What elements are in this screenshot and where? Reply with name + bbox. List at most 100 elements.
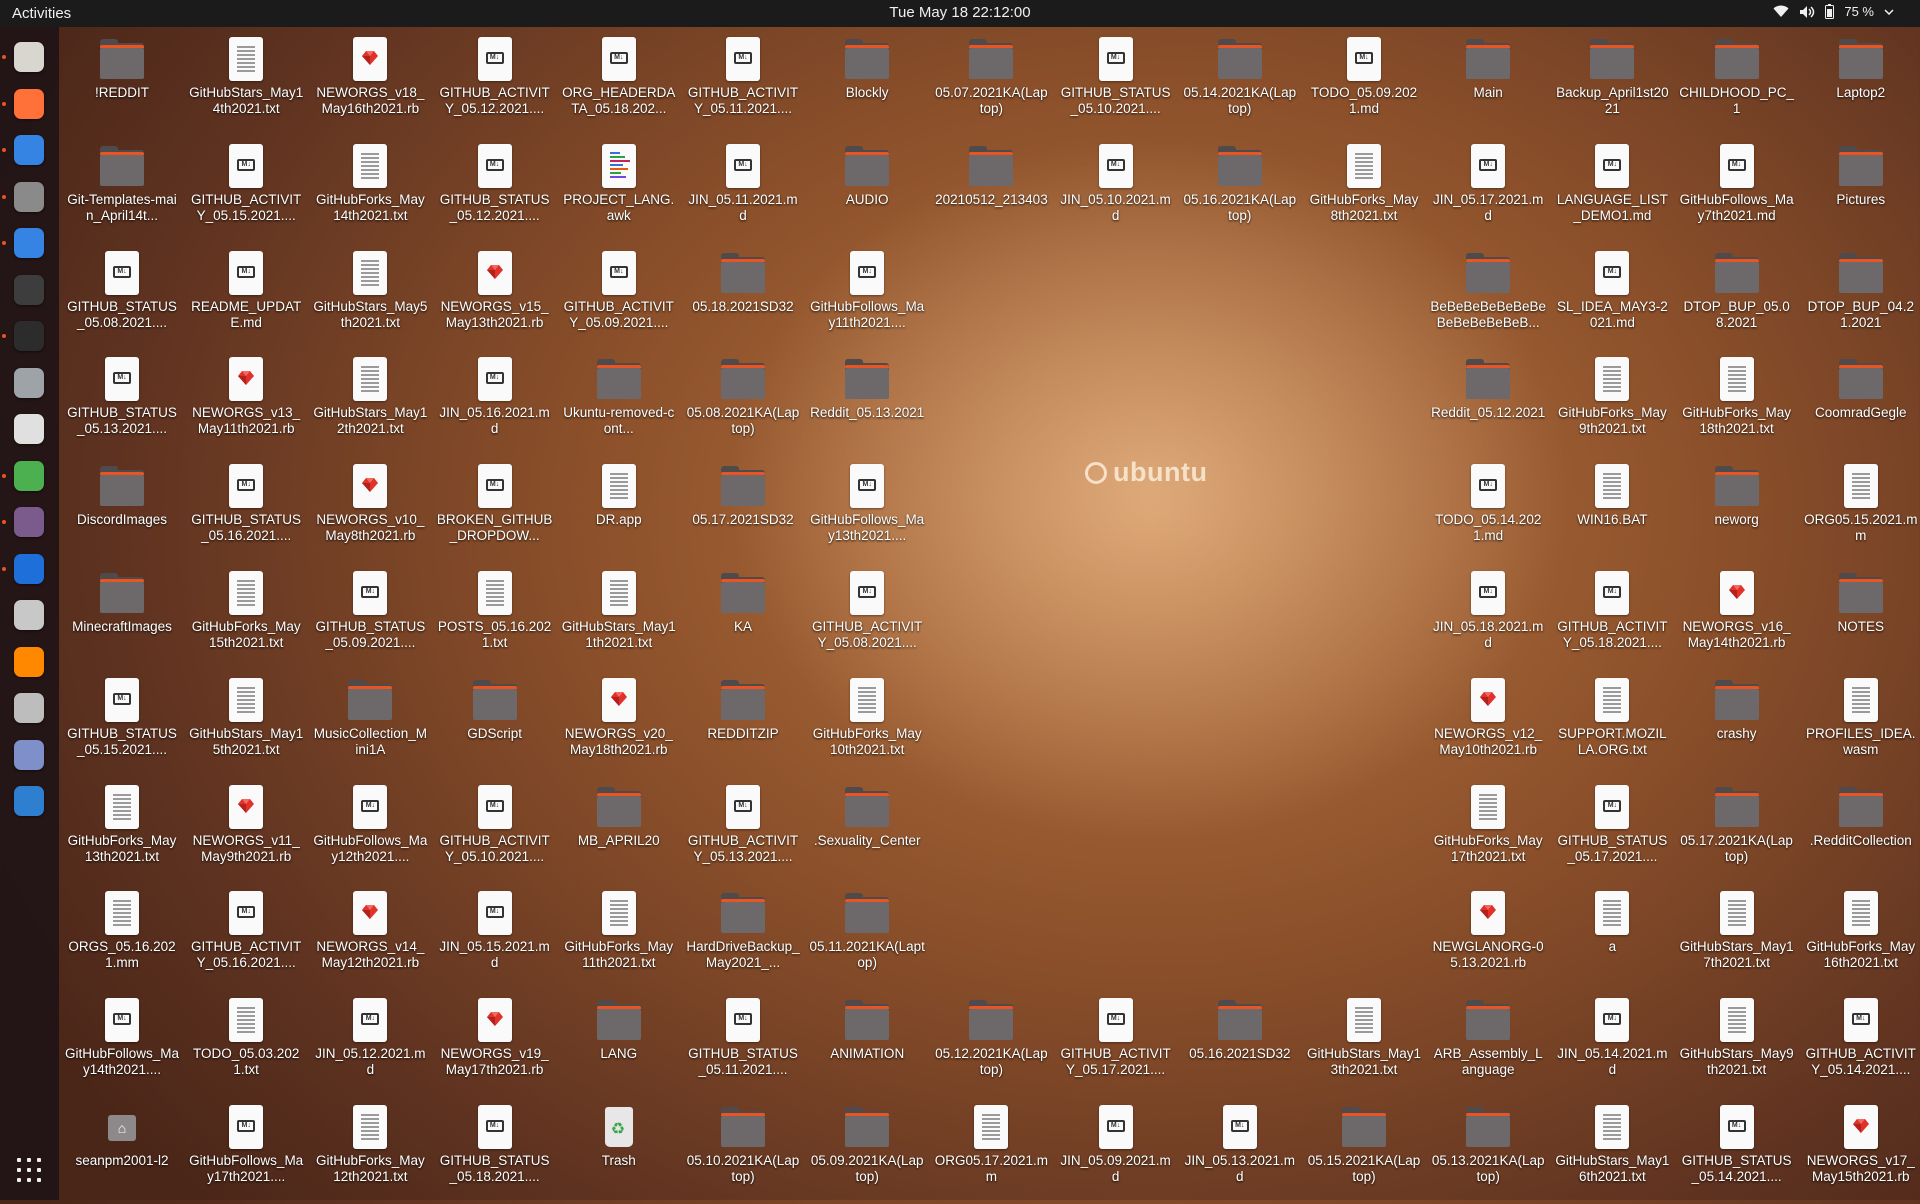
desktop-item[interactable]: MinecraftImages bbox=[63, 566, 181, 670]
desktop-item[interactable]: HardDriveBackup_May2021_... bbox=[684, 886, 802, 990]
desktop-item[interactable]: ORG_HEADERDATA_05.18.202... bbox=[560, 32, 678, 136]
desktop-item[interactable]: 05.16.2021KA(Laptop) bbox=[1181, 139, 1299, 243]
desktop-item[interactable]: GitHubFollows_May11th2021.... bbox=[808, 246, 926, 350]
desktop-item[interactable]: GITHUB_STATUS_05.18.2021.... bbox=[436, 1100, 554, 1204]
desktop-item[interactable]: GITHUB_STATUS_05.13.2021.... bbox=[63, 352, 181, 456]
desktop-item[interactable]: TODO_05.09.2021.md bbox=[1305, 32, 1423, 136]
search-icon[interactable] bbox=[9, 363, 49, 403]
desktop-item[interactable]: GitHubStars_May15th2021.txt bbox=[187, 673, 305, 777]
desktop-item[interactable]: NEWORGS_v14_May12th2021.rb bbox=[311, 886, 429, 990]
desktop-item[interactable]: 20210512_213403 bbox=[932, 139, 1050, 243]
sound-recorder-icon[interactable] bbox=[9, 409, 49, 449]
desktop-item[interactable]: GitHubStars_May11th2021.txt bbox=[560, 566, 678, 670]
desktop-item[interactable]: TODO_05.03.2021.txt bbox=[187, 993, 305, 1097]
desktop-item[interactable]: POSTS_05.16.2021.txt bbox=[436, 566, 554, 670]
desktop-item[interactable]: GitHubFollows_May7th2021.md bbox=[1678, 139, 1796, 243]
desktop-item[interactable]: JIN_05.11.2021.md bbox=[684, 139, 802, 243]
system-status-area[interactable]: 75 % bbox=[1773, 4, 1894, 19]
desktop-item[interactable]: DiscordImages bbox=[63, 459, 181, 563]
desktop-item[interactable]: DR.app bbox=[560, 459, 678, 563]
desktop-item[interactable]: GitHubForks_May15th2021.txt bbox=[187, 566, 305, 670]
terminal-icon[interactable] bbox=[9, 316, 49, 356]
desktop-item[interactable]: neworg bbox=[1678, 459, 1796, 563]
vlc-icon[interactable] bbox=[9, 642, 49, 682]
desktop-item[interactable]: NEWORGS_v15_May13th2021.rb bbox=[436, 246, 554, 350]
desktop-item[interactable]: GitHubForks_May17th2021.txt bbox=[1429, 780, 1547, 884]
desktop-item[interactable]: GitHubStars_May12th2021.txt bbox=[311, 352, 429, 456]
desktop-item[interactable]: GitHubForks_May13th2021.txt bbox=[63, 780, 181, 884]
desktop-item[interactable]: JIN_05.15.2021.md bbox=[436, 886, 554, 990]
desktop-item[interactable]: MB_APRIL20 bbox=[560, 780, 678, 884]
desktop-item[interactable]: GITHUB_STATUS_05.09.2021.... bbox=[311, 566, 429, 670]
desktop-item[interactable]: REDDITZIP bbox=[684, 673, 802, 777]
desktop-item[interactable]: AUDIO bbox=[808, 139, 926, 243]
extensions-icon[interactable] bbox=[9, 456, 49, 496]
desktop-item[interactable]: ARB_Assembly_Language bbox=[1429, 993, 1547, 1097]
desktop-item[interactable]: 05.12.2021KA(Laptop) bbox=[932, 993, 1050, 1097]
desktop-item[interactable]: 05.18.2021SD32 bbox=[684, 246, 802, 350]
desktop-item[interactable]: GITHUB_STATUS_05.15.2021.... bbox=[63, 673, 181, 777]
firefox-icon[interactable] bbox=[9, 84, 49, 124]
desktop-item[interactable]: GITHUB_ACTIVITY_05.09.2021.... bbox=[560, 246, 678, 350]
desktop-item[interactable]: GITHUB_STATUS_05.16.2021.... bbox=[187, 459, 305, 563]
desktop-item[interactable]: GitHubForks_May8th2021.txt bbox=[1305, 139, 1423, 243]
desktop-item[interactable]: JIN_05.09.2021.md bbox=[1057, 1100, 1175, 1204]
desktop-item[interactable]: NEWORGS_v20_May18th2021.rb bbox=[560, 673, 678, 777]
desktop-item[interactable]: GitHubStars_May14th2021.txt bbox=[187, 32, 305, 136]
desktop-item[interactable]: CoomradGegle bbox=[1802, 352, 1920, 456]
desktop-item[interactable]: Reddit_05.12.2021 bbox=[1429, 352, 1547, 456]
desktop-item[interactable]: 05.13.2021KA(Laptop) bbox=[1429, 1100, 1547, 1204]
desktop-item[interactable]: ♻ Trash bbox=[560, 1100, 678, 1204]
desktop-item[interactable]: NEWGLANORG-05.13.2021.rb bbox=[1429, 886, 1547, 990]
password-icon[interactable] bbox=[9, 735, 49, 775]
desktop-item[interactable]: GitHubForks_May10th2021.txt bbox=[808, 673, 926, 777]
desktop-item[interactable]: DTOP_BUP_04.21.2021 bbox=[1802, 246, 1920, 350]
desktop-item[interactable]: GitHubForks_May18th2021.txt bbox=[1678, 352, 1796, 456]
desktop-item[interactable]: crashy bbox=[1678, 673, 1796, 777]
desktop-item[interactable]: GITHUB_ACTIVITY_05.13.2021.... bbox=[684, 780, 802, 884]
desktop-item[interactable]: DTOP_BUP_05.08.2021 bbox=[1678, 246, 1796, 350]
desktop-item[interactable]: GITHUB_STATUS_05.14.2021.... bbox=[1678, 1100, 1796, 1204]
writer-icon[interactable] bbox=[9, 549, 49, 589]
desktop-item[interactable]: GitHubForks_May12th2021.txt bbox=[311, 1100, 429, 1204]
desktop-item[interactable]: NEWORGS_v17_May15th2021.rb bbox=[1802, 1100, 1920, 1204]
desktop-item[interactable]: 05.14.2021KA(Laptop) bbox=[1181, 32, 1299, 136]
desktop-item[interactable]: WIN16.BAT bbox=[1553, 459, 1671, 563]
desktop-item[interactable]: BeBeBeBeBeBeBeBeBeBeBeBeB... bbox=[1429, 246, 1547, 350]
desktop-item[interactable]: a bbox=[1553, 886, 1671, 990]
desktop-item[interactable]: Blockly bbox=[808, 32, 926, 136]
desktop-item[interactable]: GitHubFollows_May17th2021.... bbox=[187, 1100, 305, 1204]
text-editor-icon[interactable] bbox=[9, 130, 49, 170]
help-icon[interactable] bbox=[9, 223, 49, 263]
desktop-item[interactable]: 05.16.2021SD32 bbox=[1181, 993, 1299, 1097]
desktop-item[interactable]: MusicCollection_Mini1A bbox=[311, 673, 429, 777]
desktop-item[interactable]: NEWORGS_v10_May8th2021.rb bbox=[311, 459, 429, 563]
desktop-item[interactable]: NEWORGS_v13_May11th2021.rb bbox=[187, 352, 305, 456]
activities-button[interactable]: Activities bbox=[12, 5, 71, 22]
desktop-item[interactable]: GitHubStars_May5th2021.txt bbox=[311, 246, 429, 350]
desktop-item[interactable]: GITHUB_STATUS_05.11.2021.... bbox=[684, 993, 802, 1097]
desktop-item[interactable]: GITHUB_ACTIVITY_05.14.2021.... bbox=[1802, 993, 1920, 1097]
desktop-item[interactable]: GDScript bbox=[436, 673, 554, 777]
desktop-item[interactable]: GitHubStars_May16th2021.txt bbox=[1553, 1100, 1671, 1204]
desktop-item[interactable]: 05.09.2021KA(Laptop) bbox=[808, 1100, 926, 1204]
desktop-item[interactable]: JIN_05.12.2021.md bbox=[311, 993, 429, 1097]
desktop-item[interactable]: GitHubStars_May17th2021.txt bbox=[1678, 886, 1796, 990]
desktop-item[interactable]: NEWORGS_v19_May17th2021.rb bbox=[436, 993, 554, 1097]
desktop-item[interactable]: GITHUB_STATUS_05.17.2021.... bbox=[1553, 780, 1671, 884]
desktop-item[interactable]: ORG05.15.2021.mm bbox=[1802, 459, 1920, 563]
desktop-item[interactable]: GITHUB_STATUS_05.12.2021.... bbox=[436, 139, 554, 243]
desktop-item[interactable]: .Sexuality_Center bbox=[808, 780, 926, 884]
magnifier-icon[interactable] bbox=[9, 595, 49, 635]
desktop-item[interactable]: GitHubFollows_May13th2021.... bbox=[808, 459, 926, 563]
desktop-item[interactable]: GITHUB_ACTIVITY_05.16.2021.... bbox=[187, 886, 305, 990]
desktop-item[interactable]: GitHubForks_May9th2021.txt bbox=[1553, 352, 1671, 456]
desktop-item[interactable]: GitHubForks_May14th2021.txt bbox=[311, 139, 429, 243]
desktop-item[interactable]: GITHUB_ACTIVITY_05.12.2021.... bbox=[436, 32, 554, 136]
desktop-item[interactable]: NEWORGS_v18_May16th2021.rb bbox=[311, 32, 429, 136]
desktop-item[interactable]: SUPPORT.MOZILLA.ORG.txt bbox=[1553, 673, 1671, 777]
desktop-item[interactable]: GITHUB_ACTIVITY_05.10.2021.... bbox=[436, 780, 554, 884]
desktop-item[interactable]: PROFILES_IDEA.wasm bbox=[1802, 673, 1920, 777]
desktop-item[interactable]: 05.15.2021KA(Laptop) bbox=[1305, 1100, 1423, 1204]
desktop-item[interactable]: 05.10.2021KA(Laptop) bbox=[684, 1100, 802, 1204]
